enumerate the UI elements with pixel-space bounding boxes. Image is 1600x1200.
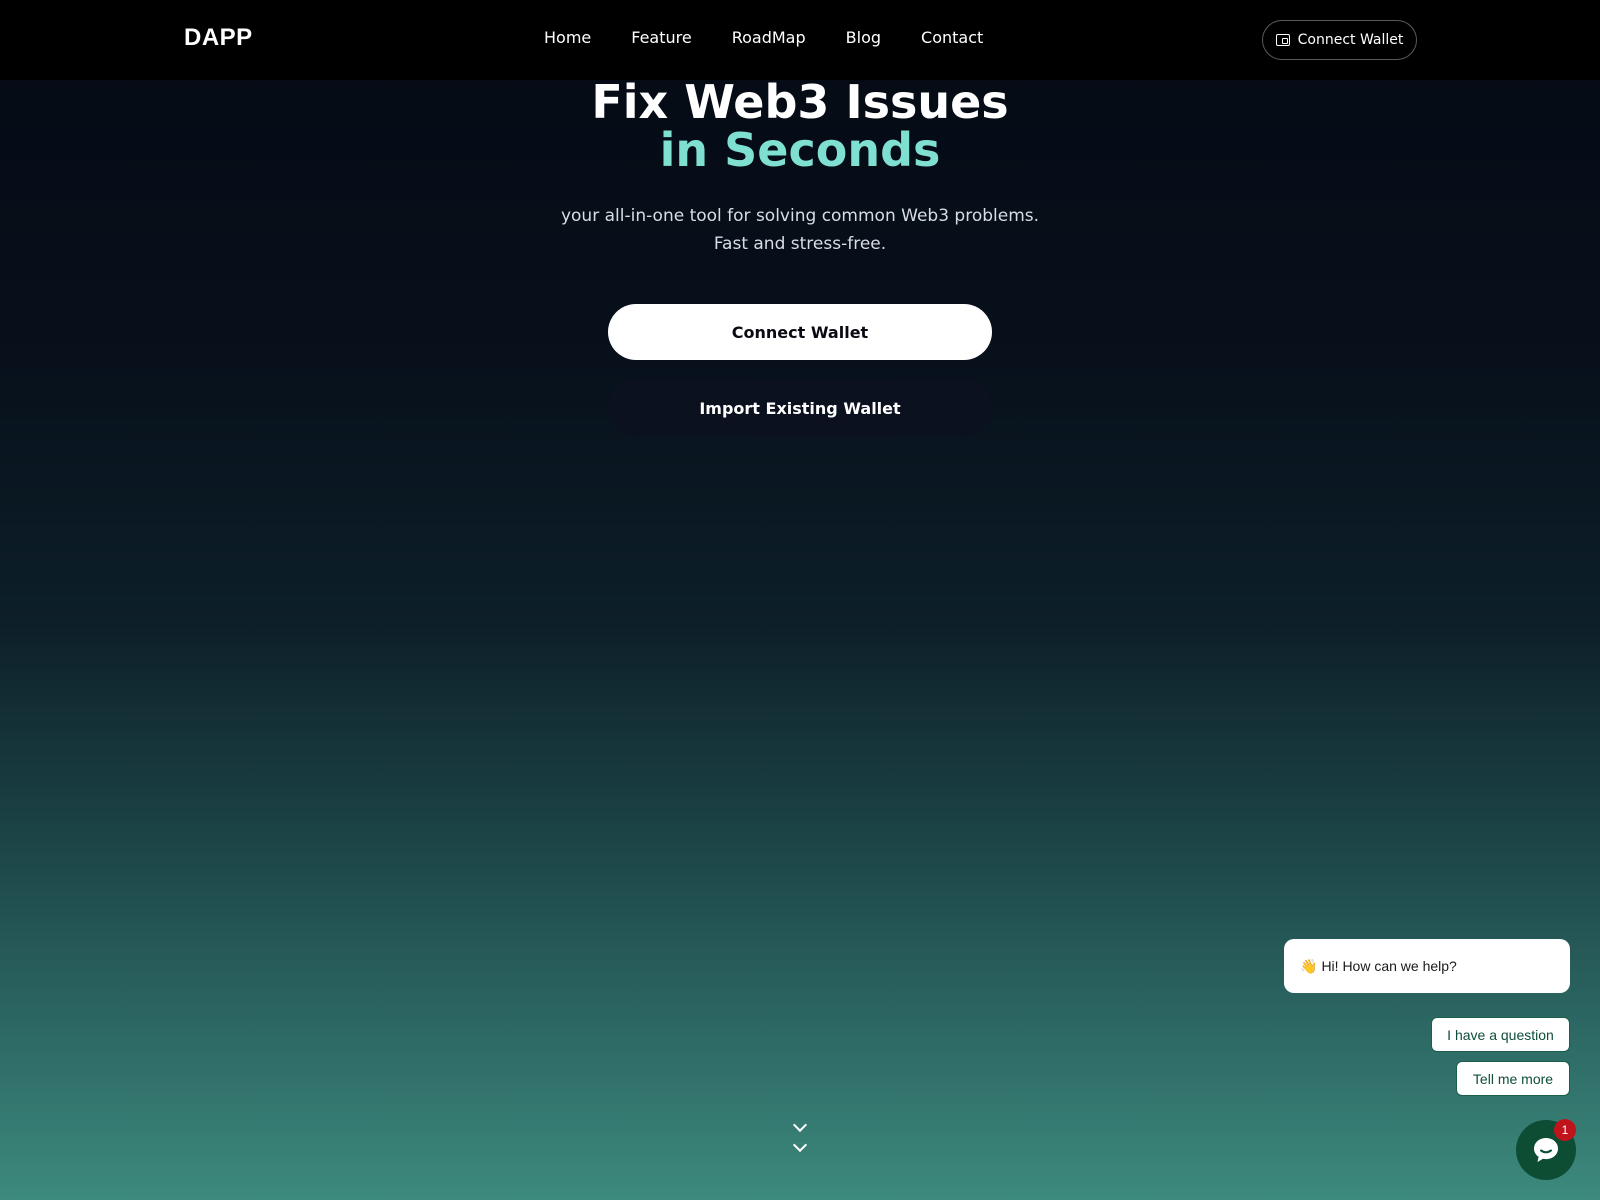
hero-title-line2: in Seconds: [659, 123, 941, 177]
chat-option-tell-more[interactable]: Tell me more: [1456, 1061, 1570, 1096]
hero-subtitle-line2: Fast and stress-free.: [713, 234, 887, 254]
nav-connect-wallet-label: Connect Wallet: [1297, 32, 1404, 48]
import-wallet-button[interactable]: Import Existing Wallet: [608, 380, 992, 436]
page-background: DAPP Home Feature RoadMap Blog Contact C…: [0, 0, 1600, 1200]
hero-subtitle: your all-in-one tool for solving common …: [0, 202, 1600, 258]
chat-greeting-bubble: 👋 Hi! How can we help?: [1284, 939, 1570, 993]
nav-link-home[interactable]: Home: [544, 28, 591, 47]
chat-bubble-icon: [1534, 1138, 1558, 1162]
chevron-down-icon: [792, 1137, 808, 1153]
connect-wallet-button[interactable]: Connect Wallet: [608, 304, 992, 360]
nav-link-roadmap[interactable]: RoadMap: [732, 28, 806, 47]
scroll-down-indicator[interactable]: [790, 1117, 810, 1158]
nav-link-feature[interactable]: Feature: [631, 28, 691, 47]
wallet-icon: [1275, 34, 1290, 46]
chevron-down-icon: [792, 1117, 808, 1133]
chat-notification-badge: 1: [1554, 1119, 1576, 1141]
nav-link-blog[interactable]: Blog: [846, 28, 881, 47]
nav-link-contact[interactable]: Contact: [921, 28, 983, 47]
chat-greeting-text: Hi! How can we help?: [1321, 958, 1457, 974]
hero-title: Fix Web3 Issues in Seconds: [0, 78, 1600, 174]
hero-title-line1: Fix Web3 Issues: [591, 75, 1009, 129]
top-navbar: DAPP Home Feature RoadMap Blog Contact C…: [0, 0, 1600, 80]
chat-option-question[interactable]: I have a question: [1431, 1017, 1570, 1052]
hero-subtitle-line1: your all-in-one tool for solving common …: [560, 206, 1040, 226]
nav-links: Home Feature RoadMap Blog Contact: [544, 28, 1023, 47]
brand-logo[interactable]: DAPP: [184, 24, 253, 52]
nav-connect-wallet-button[interactable]: Connect Wallet: [1262, 20, 1417, 60]
waving-hand-icon: 👋: [1300, 957, 1318, 974]
